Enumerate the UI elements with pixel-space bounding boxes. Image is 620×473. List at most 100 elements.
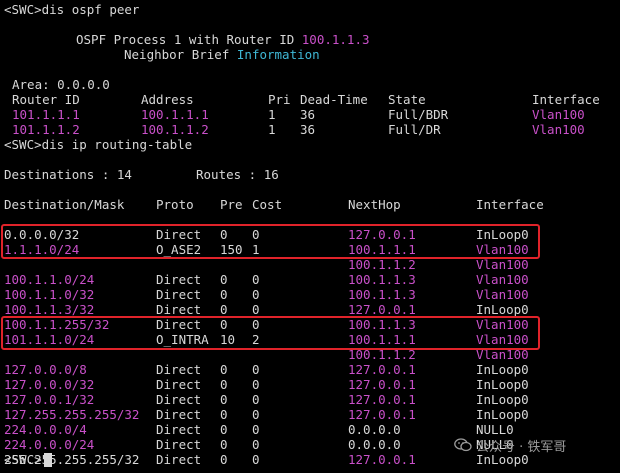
route-pre: 0 bbox=[220, 437, 228, 452]
route-interface: InLoop0 bbox=[476, 362, 529, 377]
route-interface: InLoop0 bbox=[476, 407, 529, 422]
route-proto: Direct bbox=[156, 377, 202, 392]
route-nexthop: 0.0.0.0 bbox=[348, 422, 401, 437]
wechat-icon bbox=[454, 438, 472, 452]
route-proto: Direct bbox=[156, 392, 202, 407]
route-cost: 0 bbox=[252, 392, 260, 407]
route-nexthop: 100.1.1.3 bbox=[348, 287, 416, 302]
route-pre: 0 bbox=[220, 392, 228, 407]
route-cost: 0 bbox=[252, 437, 260, 452]
route-nexthop: 0.0.0.0 bbox=[348, 437, 401, 452]
peer-router-id: 101.1.1.2 bbox=[12, 122, 80, 137]
route-interface: InLoop0 bbox=[476, 392, 529, 407]
peer-interface: Vlan100 bbox=[532, 122, 585, 137]
route-nexthop: 100.1.1.3 bbox=[348, 272, 416, 287]
route-destination: 224.0.0.0/24 bbox=[4, 437, 95, 452]
route-pre: 0 bbox=[220, 452, 228, 467]
neighbor-brief-line: Neighbor Brief Information bbox=[124, 47, 320, 62]
route-cost: 0 bbox=[252, 272, 260, 287]
destinations-count: Destinations : 14 bbox=[4, 167, 132, 182]
route-nexthop: 127.0.0.1 bbox=[348, 392, 416, 407]
ospf-process-line: OSPF Process 1 with Router ID 100.1.1.3 bbox=[76, 32, 370, 47]
command-routing-table: <SWC>dis ip routing-table bbox=[4, 137, 193, 152]
route-header-nexthop: NextHop bbox=[348, 197, 401, 212]
route-pre: 0 bbox=[220, 422, 228, 437]
router-id-value: 100.1.1.3 bbox=[301, 32, 370, 47]
area-label: Area: 0.0.0.0 bbox=[12, 77, 110, 92]
peer-header-router-id: Router ID bbox=[12, 92, 80, 107]
route-nexthop: 127.0.0.1 bbox=[348, 407, 416, 422]
peer-header-state: State bbox=[388, 92, 426, 107]
route-interface: NULL0 bbox=[476, 422, 514, 437]
route-cost: 0 bbox=[252, 377, 260, 392]
peer-interface: Vlan100 bbox=[532, 107, 585, 122]
command-ospf-peer: <SWC>dis ospf peer bbox=[4, 2, 140, 17]
route-pre: 0 bbox=[220, 287, 228, 302]
ospf-process-label: OSPF Process 1 with Router ID bbox=[76, 32, 302, 47]
route-cost: 0 bbox=[252, 362, 260, 377]
route-proto: Direct bbox=[156, 272, 202, 287]
peer-header-dead-time: Dead-Time bbox=[300, 92, 368, 107]
peer-pri: 1 bbox=[268, 107, 276, 122]
route-header-proto: Proto bbox=[156, 197, 194, 212]
route-interface: Vlan100 bbox=[476, 287, 529, 302]
route-proto: Direct bbox=[156, 407, 202, 422]
route-cost: 0 bbox=[252, 452, 260, 467]
neighbor-brief-label: Neighbor Brief bbox=[124, 47, 237, 62]
route-pre: 0 bbox=[220, 377, 228, 392]
route-nexthop: 127.0.0.1 bbox=[348, 452, 416, 467]
route-header-interface: Interface bbox=[476, 197, 544, 212]
peer-address: 100.1.1.1 bbox=[141, 107, 209, 122]
route-destination: 127.0.0.1/32 bbox=[4, 392, 95, 407]
information-label: Information bbox=[236, 47, 320, 62]
route-destination: 100.1.1.3/32 bbox=[4, 302, 95, 317]
route-nexthop: 100.1.1.2 bbox=[348, 257, 416, 272]
watermark-text: 公众号 · 铁军哥 bbox=[476, 440, 567, 455]
route-nexthop: 127.0.0.1 bbox=[348, 302, 416, 317]
peer-header-pri: Pri bbox=[268, 92, 291, 107]
peer-state: Full/BDR bbox=[388, 107, 449, 122]
route-destination: 224.0.0.0/4 bbox=[4, 422, 87, 437]
route-pre: 0 bbox=[220, 407, 228, 422]
peer-router-id: 101.1.1.1 bbox=[12, 107, 80, 122]
route-cost: 0 bbox=[252, 422, 260, 437]
routes-count: Routes : 16 bbox=[196, 167, 279, 182]
route-interface: Vlan100 bbox=[476, 257, 529, 272]
route-proto: Direct bbox=[156, 302, 202, 317]
route-cost: 0 bbox=[252, 287, 260, 302]
terminal-cursor[interactable] bbox=[44, 453, 52, 467]
peer-dead-time: 36 bbox=[300, 107, 316, 122]
route-nexthop: 127.0.0.1 bbox=[348, 362, 416, 377]
route-proto: Direct bbox=[156, 422, 202, 437]
route-pre: 0 bbox=[220, 302, 228, 317]
route-header-cost: Cost bbox=[252, 197, 283, 212]
peer-address: 100.1.1.2 bbox=[141, 122, 209, 137]
route-proto: Direct bbox=[156, 362, 202, 377]
route-destination: 127.0.0.0/8 bbox=[4, 362, 87, 377]
route-destination: 100.1.1.0/32 bbox=[4, 287, 95, 302]
route-destination: 127.255.255.255/32 bbox=[4, 407, 140, 422]
route-nexthop: 127.0.0.1 bbox=[348, 377, 416, 392]
route-destination: 100.1.1.0/24 bbox=[4, 272, 95, 287]
route-header-pre: Pre bbox=[220, 197, 243, 212]
route-cost: 0 bbox=[252, 407, 260, 422]
route-interface: Vlan100 bbox=[476, 272, 529, 287]
terminal-prompt: <SWC> bbox=[4, 452, 42, 467]
route-proto: Direct bbox=[156, 287, 202, 302]
route-interface: InLoop0 bbox=[476, 377, 529, 392]
peer-state: Full/DR bbox=[388, 122, 441, 137]
route-header-destination: Destination/Mask bbox=[4, 197, 125, 212]
peer-dead-time: 36 bbox=[300, 122, 316, 137]
route-interface: InLoop0 bbox=[476, 302, 529, 317]
peer-header-address: Address bbox=[141, 92, 194, 107]
route-pre: 0 bbox=[220, 272, 228, 287]
peer-pri: 1 bbox=[268, 122, 276, 137]
peer-header-interface: Interface bbox=[532, 92, 600, 107]
route-proto: Direct bbox=[156, 437, 202, 452]
route-proto: Direct bbox=[156, 452, 202, 467]
route-cost: 0 bbox=[252, 302, 260, 317]
route-pre: 0 bbox=[220, 362, 228, 377]
route-destination: 127.0.0.0/32 bbox=[4, 377, 95, 392]
highlight-box-ase2 bbox=[1, 224, 540, 259]
highlight-box-intra bbox=[1, 316, 540, 350]
